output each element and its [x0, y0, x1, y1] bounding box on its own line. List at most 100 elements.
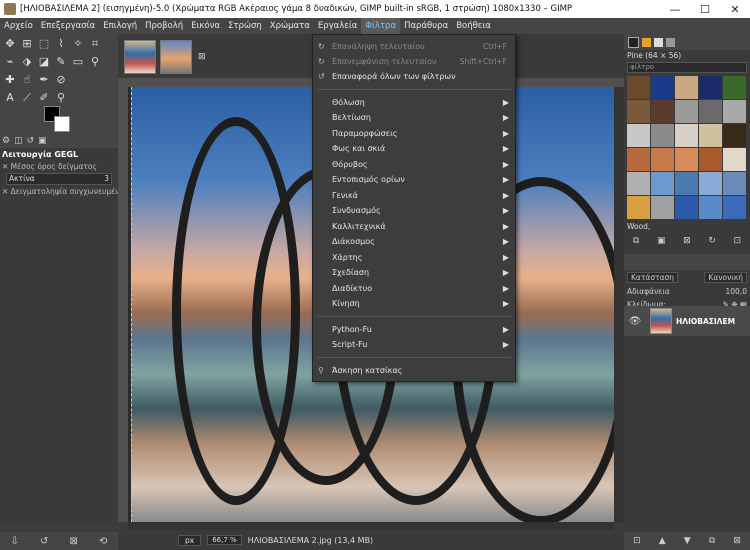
duplicate-layer-icon[interactable]: ⧉: [709, 536, 715, 546]
align-tool-icon[interactable]: ⊞: [20, 37, 34, 51]
pattern-swatch[interactable]: [651, 172, 674, 195]
close-button[interactable]: ✕: [720, 3, 750, 16]
image-tab-thumbnail[interactable]: [160, 40, 192, 74]
submenu-python-fu[interactable]: Python-Fu ▶: [313, 322, 515, 337]
visibility-eye-icon[interactable]: 👁: [624, 316, 646, 327]
paintbrush-icon[interactable]: ✎: [54, 55, 68, 69]
layer-down-icon[interactable]: ▼: [684, 536, 691, 546]
menu-image[interactable]: Εικόνα: [187, 18, 224, 34]
menu-layer[interactable]: Στρώση: [224, 18, 266, 34]
pattern-swatch[interactable]: [675, 148, 698, 171]
submenu-light-shadow[interactable]: Φως και σκιά ▶: [313, 141, 515, 156]
submenu-animation[interactable]: Κίνηση ▶: [313, 296, 515, 311]
menu-help[interactable]: Βοήθεια: [452, 18, 495, 34]
pattern-filter-input[interactable]: φίλτρο: [627, 62, 747, 73]
delete-options-icon[interactable]: ⊠: [70, 536, 78, 547]
gradients-tab-icon[interactable]: [666, 37, 675, 47]
submenu-render[interactable]: Σχεδίαση ▶: [313, 265, 515, 280]
pattern-swatch[interactable]: [675, 196, 698, 219]
pattern-swatch[interactable]: [723, 172, 746, 195]
refresh-patterns-icon[interactable]: ↻: [708, 236, 716, 246]
pattern-swatch[interactable]: [699, 148, 722, 171]
horizontal-scrollbar[interactable]: [128, 522, 614, 530]
goat-exercise-item[interactable]: ⚲ Άσκηση κατσίκας: [313, 363, 515, 378]
image-tab-thumbnail[interactable]: [124, 40, 156, 74]
submenu-map[interactable]: Χάρτης ▶: [313, 250, 515, 265]
fuzzy-select-icon[interactable]: ✧: [71, 37, 85, 51]
path-icon[interactable]: ✒: [37, 73, 51, 87]
pattern-swatch[interactable]: [651, 124, 674, 147]
radius-field[interactable]: Ακτίνα 3: [6, 173, 112, 185]
pattern-swatch[interactable]: [723, 124, 746, 147]
pattern-swatch[interactable]: [723, 148, 746, 171]
fonts-tab-icon[interactable]: [654, 37, 663, 47]
pattern-swatch[interactable]: [651, 76, 674, 99]
brushes-tab-icon[interactable]: [628, 36, 639, 48]
submenu-artistic[interactable]: Καλλιτεχνικά ▶: [313, 219, 515, 234]
crop-icon[interactable]: ⌗: [88, 37, 102, 51]
pattern-swatch[interactable]: [651, 196, 674, 219]
submenu-noise[interactable]: Θόρυβος ▶: [313, 157, 515, 172]
pattern-swatch[interactable]: [699, 124, 722, 147]
sample-merged-checkbox[interactable]: ✕ Δειγματοληψία συγχωνευμένων: [0, 186, 118, 197]
pattern-swatch[interactable]: [627, 100, 650, 123]
patterns-tab-icon[interactable]: [642, 37, 651, 47]
pattern-swatch[interactable]: [627, 196, 650, 219]
submenu-combine[interactable]: Συνδυασμός ▶: [313, 203, 515, 218]
minimize-button[interactable]: —: [660, 3, 690, 16]
pattern-swatch[interactable]: [699, 100, 722, 123]
submenu-generic[interactable]: Γενικά ▶: [313, 188, 515, 203]
opacity-value[interactable]: 100,0: [726, 287, 747, 296]
rect-select-icon[interactable]: ⬚: [37, 37, 51, 51]
pattern-swatch[interactable]: [675, 76, 698, 99]
layer-row[interactable]: 👁 ΗΛΙΟΒΑΣΙΛΕΜ: [624, 306, 750, 336]
save-options-icon[interactable]: ⇩: [11, 536, 19, 547]
text-tool-icon[interactable]: A: [3, 91, 17, 105]
restore-options-icon[interactable]: ↺: [40, 536, 48, 547]
submenu-distorts[interactable]: Παραμορφώσεις ▶: [313, 126, 515, 141]
background-color-swatch[interactable]: [54, 116, 70, 132]
menu-view[interactable]: Προβολή: [141, 18, 187, 34]
pattern-swatch[interactable]: [627, 124, 650, 147]
color-picker-icon[interactable]: ⊘: [54, 73, 68, 87]
vertical-scrollbar[interactable]: [614, 87, 624, 522]
pattern-swatch[interactable]: [627, 148, 650, 171]
pattern-swatch[interactable]: [723, 196, 746, 219]
submenu-edge-detect[interactable]: Εντοπισμός ορίων ▶: [313, 172, 515, 187]
opacity-row[interactable]: Αδιαφάνεια 100,0: [624, 285, 750, 298]
bucket-fill-icon[interactable]: ◪: [37, 55, 51, 69]
open-pattern-icon[interactable]: ⊡: [734, 236, 742, 246]
submenu-web[interactable]: Διαδίκτυο ▶: [313, 281, 515, 296]
new-pattern-icon[interactable]: ▣: [657, 236, 666, 246]
pattern-swatch[interactable]: [723, 100, 746, 123]
submenu-enhance[interactable]: Βελτίωση ▶: [313, 110, 515, 125]
menu-select[interactable]: Επιλογή: [99, 18, 141, 34]
eyedropper-icon[interactable]: ✐: [37, 91, 51, 105]
paths-tool-icon[interactable]: ⟋: [20, 91, 34, 105]
reset-all-filters-item[interactable]: ↺ Επαναφορά όλων των φίλτρων: [313, 69, 515, 84]
sample-average-option[interactable]: ✕ Μέσος όρος δείγματος: [0, 161, 118, 172]
delete-pattern-icon[interactable]: ⊠: [683, 236, 691, 246]
pattern-swatch[interactable]: [627, 76, 650, 99]
layer-up-icon[interactable]: ▲: [659, 536, 666, 546]
zoom-icon[interactable]: ⚲: [54, 91, 68, 105]
menu-tools[interactable]: Εργαλεία: [314, 18, 362, 34]
clone-icon[interactable]: ⚲: [88, 55, 102, 69]
pattern-swatch[interactable]: [627, 172, 650, 195]
pattern-swatch[interactable]: [699, 76, 722, 99]
submenu-decor[interactable]: Διάκοσμος ▶: [313, 234, 515, 249]
transform-icon[interactable]: ⬗: [20, 55, 34, 69]
pattern-swatch[interactable]: [675, 100, 698, 123]
lasso-icon[interactable]: ⌇: [54, 37, 68, 51]
layer-mode-select[interactable]: Κανονική: [704, 272, 747, 283]
zoom-selector[interactable]: 66,7 %: [207, 535, 242, 545]
layer-name[interactable]: ΗΛΙΟΒΑΣΙΛΕΜ: [676, 317, 735, 326]
heal-icon[interactable]: ✚: [3, 73, 17, 87]
menu-edit[interactable]: Επεξεργασία: [37, 18, 99, 34]
new-layer-icon[interactable]: ⊡: [633, 536, 641, 546]
pattern-swatch[interactable]: [699, 172, 722, 195]
pattern-swatch[interactable]: [723, 76, 746, 99]
pattern-swatch[interactable]: [675, 124, 698, 147]
reset-options-icon[interactable]: ⟲: [99, 536, 107, 547]
pattern-swatch[interactable]: [651, 148, 674, 171]
